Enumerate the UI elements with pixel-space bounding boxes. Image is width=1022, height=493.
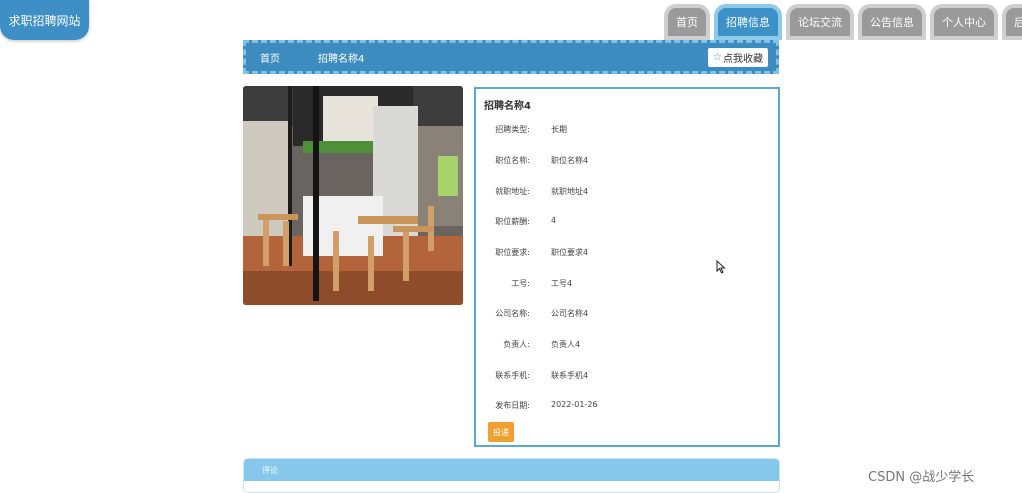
job-photo xyxy=(243,86,463,305)
field-label: 负责人: xyxy=(503,340,530,349)
field-value: 职位名称4 xyxy=(551,156,589,165)
nav-tab-label: 个人中心 xyxy=(934,8,994,36)
nav-tab-label: 后台管理 xyxy=(1006,8,1022,36)
field-label: 联系手机: xyxy=(495,371,530,380)
field-value: 2022-01-26 xyxy=(551,400,598,409)
field-value: 联系手机4 xyxy=(551,371,589,380)
field-row: 发布日期: 2022-01-26 xyxy=(476,400,778,414)
job-title: 招聘名称4 xyxy=(484,101,531,112)
star-icon: ☆ xyxy=(713,52,722,63)
nav-tab-label: 首页 xyxy=(668,8,706,36)
field-label: 发布日期: xyxy=(495,401,530,410)
breadcrumb-current: 招聘名称4 xyxy=(318,53,365,65)
field-value: 负责人4 xyxy=(551,340,581,349)
field-row: 招聘类型: 长期 xyxy=(476,124,778,138)
field-label: 职位名称: xyxy=(495,156,530,165)
nav-tab-home[interactable]: 首页 xyxy=(664,4,710,40)
favorite-label: 点我收藏 xyxy=(723,54,763,65)
nav-tab-forum[interactable]: 论坛交流 xyxy=(786,4,854,40)
field-row: 工号: 工号4 xyxy=(476,278,778,292)
field-row: 职位薪酬: 4 xyxy=(476,216,778,230)
field-row: 职位要求: 职位要求4 xyxy=(476,247,778,261)
field-value: 公司名称4 xyxy=(551,309,589,318)
field-row: 联系手机: 联系手机4 xyxy=(476,370,778,384)
field-row: 公司名称: 公司名称4 xyxy=(476,308,778,322)
field-label: 职位薪酬: xyxy=(495,217,530,226)
comment-header: 评论 xyxy=(244,459,779,481)
field-label: 就职地址: xyxy=(495,187,530,196)
nav-tab-label: 公告信息 xyxy=(862,8,922,36)
field-value: 4 xyxy=(551,216,557,225)
nav-tab-admin[interactable]: 后台管理 xyxy=(1002,4,1022,40)
field-row: 职位名称: 职位名称4 xyxy=(476,155,778,169)
breadcrumb-home-link[interactable]: 首页 xyxy=(260,50,280,65)
watermark: CSDN @战少学长 xyxy=(868,470,975,485)
field-row: 就职地址: 就职地址4 xyxy=(476,186,778,200)
nav-tab-label: 招聘信息 xyxy=(718,8,778,36)
mouse-cursor-icon xyxy=(716,260,726,274)
job-detail-panel: 招聘名称4 招聘类型: 长期 职位名称: 职位名称4 就职地址: 就职地址4 职位薪酬… xyxy=(474,87,780,447)
apply-button[interactable]: 投递 xyxy=(488,422,514,442)
nav-tab-notices[interactable]: 公告信息 xyxy=(858,4,926,40)
field-value: 就职地址4 xyxy=(551,187,589,196)
field-row: 负责人: 负责人4 xyxy=(476,339,778,353)
field-label: 公司名称: xyxy=(495,309,530,318)
nav-tab-profile[interactable]: 个人中心 xyxy=(930,4,998,40)
field-value: 长期 xyxy=(551,125,567,134)
field-value: 职位要求4 xyxy=(551,248,589,257)
site-logo[interactable]: 求职招聘网站 xyxy=(0,0,89,40)
nav-tab-jobs[interactable]: 招聘信息 xyxy=(714,4,782,40)
favorite-button[interactable]: ☆ 点我收藏 xyxy=(708,48,768,67)
main-nav: 首页 招聘信息 论坛交流 公告信息 个人中心 后台管理 xyxy=(664,4,1022,40)
field-label: 工号: xyxy=(511,279,530,288)
breadcrumb: 首页 招聘名称4 ☆ 点我收藏 xyxy=(243,40,779,74)
field-label: 职位要求: xyxy=(495,248,530,257)
field-label: 招聘类型: xyxy=(495,125,530,134)
nav-tab-label: 论坛交流 xyxy=(790,8,850,36)
comment-section: 评论 xyxy=(243,458,780,493)
field-value: 工号4 xyxy=(551,279,573,288)
restaurant-interior-image xyxy=(243,86,463,305)
